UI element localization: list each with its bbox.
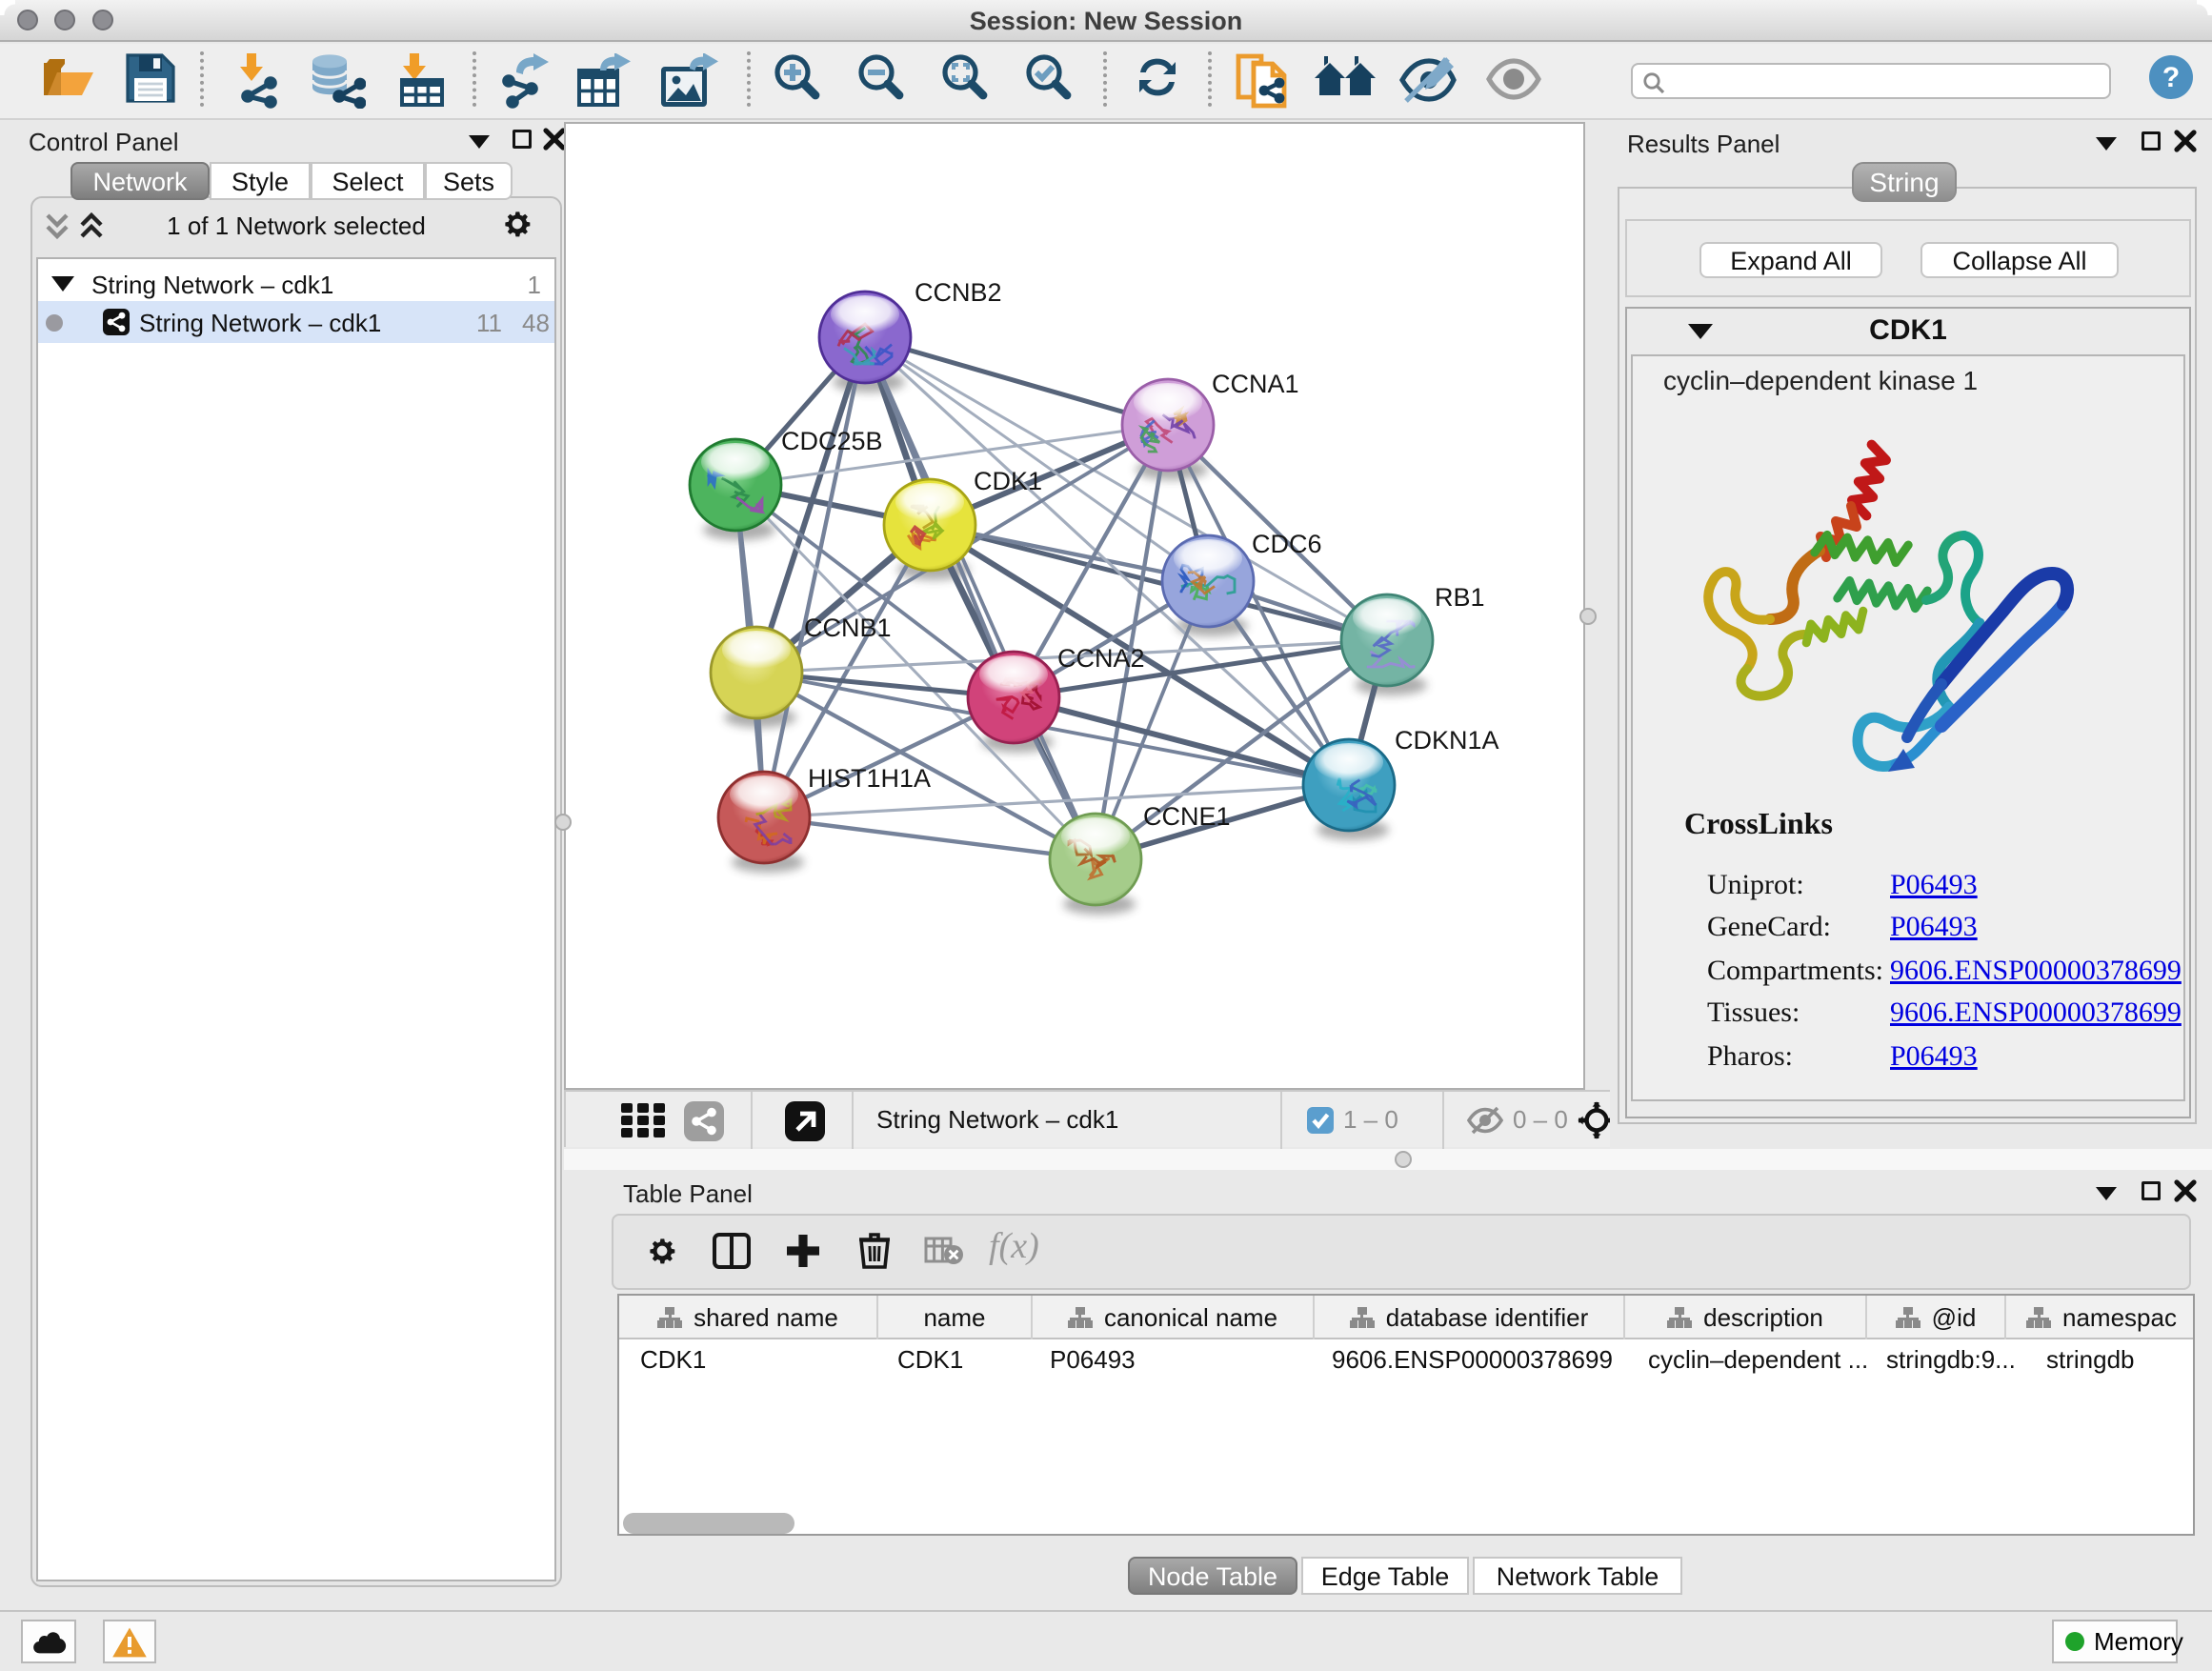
svg-text:CCNA2: CCNA2 bbox=[1057, 644, 1145, 673]
svg-text:CDK1: CDK1 bbox=[974, 467, 1042, 495]
svg-text:CDKN1A: CDKN1A bbox=[1395, 726, 1499, 755]
svg-text:CDC6: CDC6 bbox=[1252, 530, 1322, 558]
svg-text:CDC25B: CDC25B bbox=[781, 427, 883, 455]
svg-text:CCNE1: CCNE1 bbox=[1143, 802, 1231, 831]
svg-text:HIST1H1A: HIST1H1A bbox=[808, 764, 931, 793]
svg-text:?: ? bbox=[2162, 62, 2180, 93]
svg-text:RB1: RB1 bbox=[1435, 583, 1485, 612]
svg-text:CCNB2: CCNB2 bbox=[915, 278, 1002, 307]
svg-text:CCNB1: CCNB1 bbox=[804, 614, 892, 642]
svg-text:CCNA1: CCNA1 bbox=[1212, 370, 1299, 398]
